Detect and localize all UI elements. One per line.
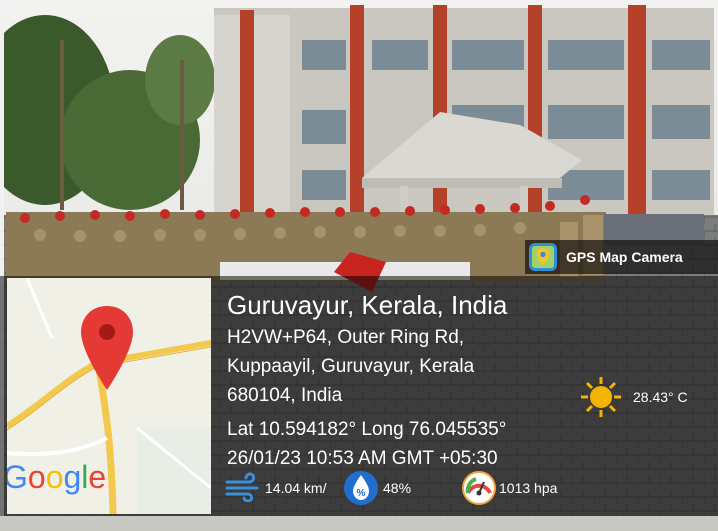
gps-map-camera-badge: GPS Map Camera (525, 240, 718, 274)
address-line-2: Kuppaayil, Guruvayur, Kerala (227, 356, 475, 377)
datetime: 26/01/23 10:53 AM GMT +05:30 (227, 448, 498, 469)
sun-icon (581, 377, 621, 417)
bottom-pavement-strip (0, 516, 718, 531)
address-line-3: 680104, India (227, 385, 343, 406)
coordinates: Lat 10.594182° Long 76.045535° (227, 419, 507, 440)
svg-text:Google: Google (7, 459, 106, 495)
pressure: 1013 hpa (499, 480, 558, 496)
badge-label: GPS Map Camera (566, 249, 683, 265)
address-line-1: H2VW+P64, Outer Ring Rd, (227, 327, 465, 348)
google-logo: Google (7, 459, 106, 495)
svg-text:%: % (357, 488, 366, 499)
wind-icon (225, 472, 259, 502)
wind-speed: 14.04 km/ (265, 480, 327, 496)
location-title: Guruvayur, Kerala, India (227, 290, 508, 320)
humidity-icon: % (344, 471, 378, 505)
location-map: Google (7, 278, 211, 514)
pressure-gauge-icon (462, 471, 496, 505)
temperature: 28.43° C (633, 389, 688, 405)
gps-map-camera-icon (529, 243, 557, 271)
humidity: 48% (383, 480, 412, 496)
geotagged-photo: GPS Map Camera Google Guruvayur, Kerala,… (0, 0, 718, 531)
